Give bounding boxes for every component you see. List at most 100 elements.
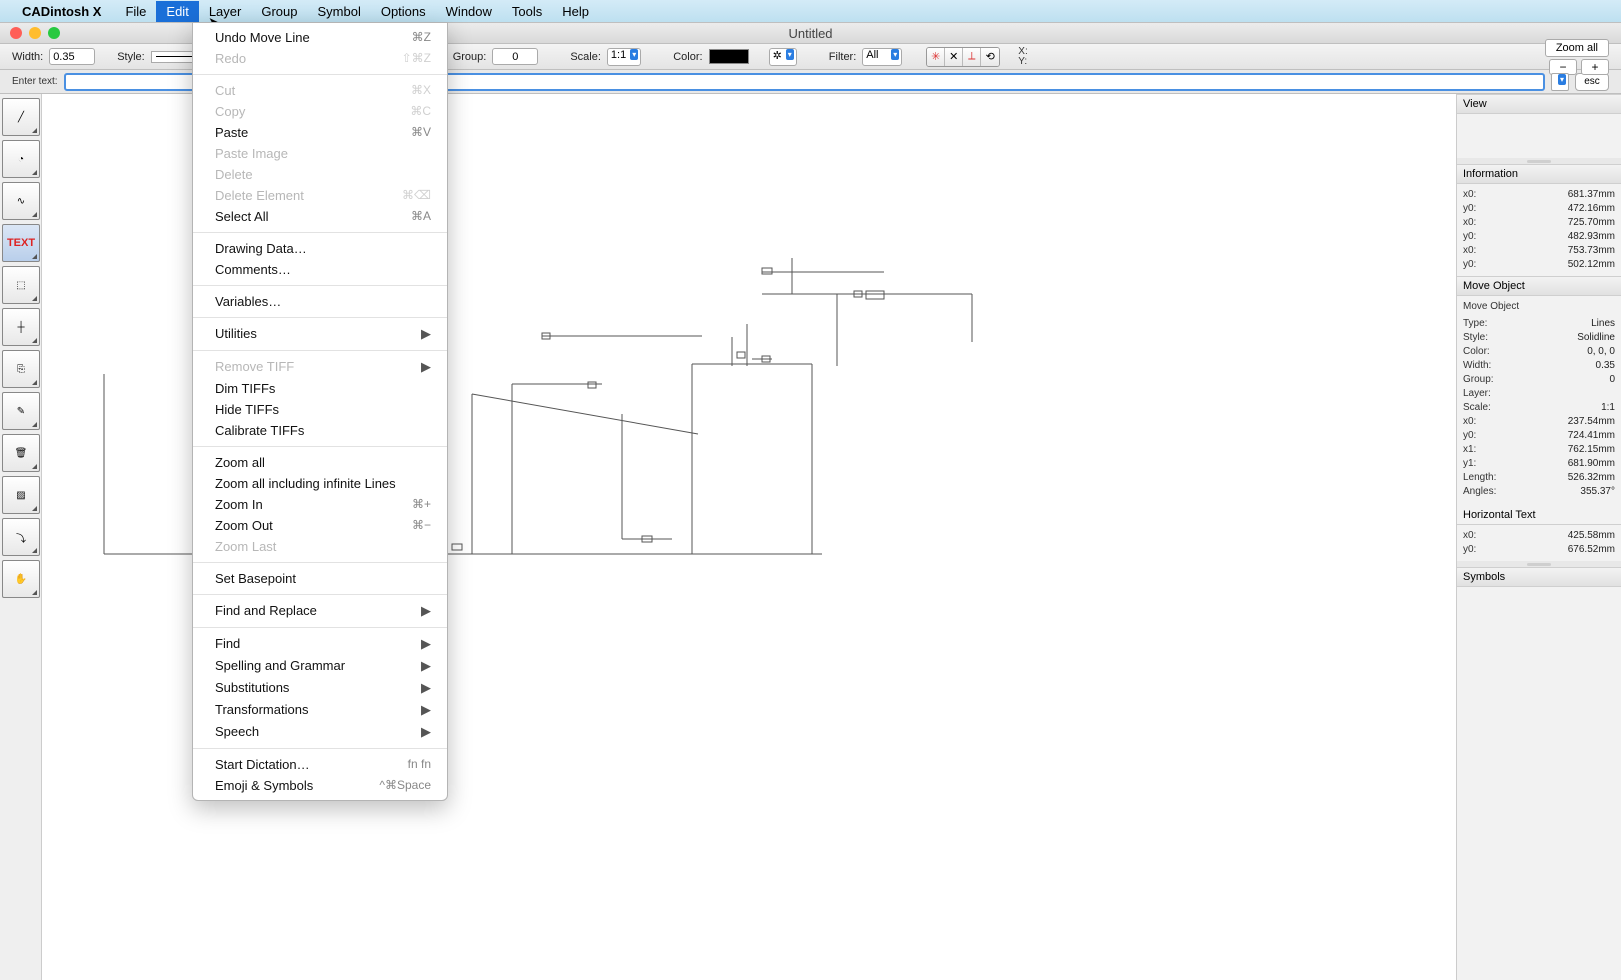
menu-item-delete: Delete <box>193 164 447 185</box>
info-row: y1:681.90mm <box>1463 457 1615 471</box>
path-tool[interactable]: ⤵ <box>2 518 40 556</box>
menu-item-calibrate-tiffs[interactable]: Calibrate TIFFs <box>193 420 447 441</box>
color-swatch[interactable] <box>709 49 749 64</box>
text-tool[interactable]: TEXT <box>2 224 40 262</box>
menu-item-set-basepoint[interactable]: Set Basepoint <box>193 568 447 589</box>
scale-select[interactable]: 1:1 <box>607 48 641 66</box>
menu-item-cut: Cut⌘X <box>193 80 447 101</box>
move-object-label: Move Object <box>1463 300 1519 314</box>
curve-tool[interactable]: ∿ <box>2 182 40 220</box>
width-input[interactable] <box>49 48 95 65</box>
menu-symbol[interactable]: Symbol <box>307 1 370 22</box>
snap-buttons: ✳ ✕ ⟂ ⟲ <box>926 47 1000 67</box>
menu-item-zoom-last: Zoom Last <box>193 536 447 557</box>
info-row: y0:724.41mm <box>1463 429 1615 443</box>
menu-item-find-and-replace[interactable]: Find and Replace▶ <box>193 600 447 622</box>
menu-help[interactable]: Help <box>552 1 599 22</box>
hand-tool[interactable]: ✋ <box>2 560 40 598</box>
copy-tool[interactable]: ⎘ <box>2 350 40 388</box>
arc-tool[interactable]: ◔ <box>2 140 40 178</box>
menu-tools[interactable]: Tools <box>502 1 552 22</box>
menu-item-undo-move-line[interactable]: Undo Move Line⌘Z <box>193 27 447 48</box>
menu-item-paste-image: Paste Image <box>193 143 447 164</box>
info-row: Style:Solidline <box>1463 331 1615 345</box>
snap-perp-icon[interactable]: ⟂ <box>963 48 981 66</box>
menu-file[interactable]: File <box>115 1 156 22</box>
info-row: y0:676.52mm <box>1463 543 1615 557</box>
hatch-tool[interactable]: ▨ <box>2 476 40 514</box>
menu-item-find[interactable]: Find▶ <box>193 633 447 655</box>
menu-item-hide-tiffs[interactable]: Hide TIFFs <box>193 399 447 420</box>
menu-window[interactable]: Window <box>436 1 502 22</box>
menu-options[interactable]: Options <box>371 1 436 22</box>
snap-intersect-icon[interactable]: ✕ <box>945 48 963 66</box>
menu-layer[interactable]: Layer <box>199 1 252 22</box>
menu-item-speech[interactable]: Speech▶ <box>193 721 447 743</box>
info-row: Layer: <box>1463 387 1615 401</box>
menu-item-zoom-out[interactable]: Zoom Out⌘− <box>193 515 447 536</box>
info-row: x1:762.15mm <box>1463 443 1615 457</box>
line-tool[interactable]: ╱ <box>2 98 40 136</box>
settings-select[interactable]: ✲ <box>769 48 797 66</box>
menu-item-paste[interactable]: Paste⌘V <box>193 122 447 143</box>
menu-item-variables-[interactable]: Variables… <box>193 291 447 312</box>
esc-button[interactable]: esc <box>1575 73 1609 91</box>
menu-item-comments-[interactable]: Comments… <box>193 259 447 280</box>
bezier-tool[interactable]: ✎ <box>2 392 40 430</box>
info-section-header[interactable]: Information <box>1457 164 1621 184</box>
menu-group[interactable]: Group <box>251 1 307 22</box>
zoom-in-button[interactable]: + <box>1581 59 1609 75</box>
zoom-window-icon[interactable] <box>48 27 60 39</box>
info-row: Scale:1:1 <box>1463 401 1615 415</box>
menu-item-select-all[interactable]: Select All⌘A <box>193 206 447 227</box>
menu-item-utilities[interactable]: Utilities▶ <box>193 323 447 345</box>
info-row: x0:725.70mm <box>1463 216 1615 230</box>
group-input[interactable] <box>492 48 538 65</box>
info-row: x0:681.37mm <box>1463 188 1615 202</box>
menu-item-zoom-in[interactable]: Zoom In⌘+ <box>193 494 447 515</box>
menu-item-transformations[interactable]: Transformations▶ <box>193 699 447 721</box>
info-row: Color:0, 0, 0 <box>1463 345 1615 359</box>
info-row: Type:Lines <box>1463 317 1615 331</box>
menu-item-dim-tiffs[interactable]: Dim TIFFs <box>193 378 447 399</box>
entry-mode-select[interactable] <box>1551 73 1569 91</box>
info-row: Group:0 <box>1463 373 1615 387</box>
menu-item-emoji-symbols[interactable]: Emoji & Symbols^⌘Space <box>193 775 447 796</box>
coord-y-label: Y: <box>1018 57 1027 67</box>
info-row: x0:753.73mm <box>1463 244 1615 258</box>
filter-select[interactable]: All <box>862 48 902 66</box>
style-label: Style: <box>117 51 145 63</box>
menu-item-substitutions[interactable]: Substitutions▶ <box>193 677 447 699</box>
snap-rotate-icon[interactable]: ⟲ <box>981 48 999 66</box>
trash-tool[interactable]: 🗑 <box>2 434 40 472</box>
menu-item-drawing-data-[interactable]: Drawing Data… <box>193 238 447 259</box>
menu-item-start-dictation-[interactable]: Start Dictation…fn fn <box>193 754 447 775</box>
info-row: x0:237.54mm <box>1463 415 1615 429</box>
coord-x-label: X: <box>1018 47 1027 57</box>
coord-tool[interactable]: ┼ <box>2 308 40 346</box>
symbols-section-header[interactable]: Symbols <box>1457 567 1621 587</box>
minimize-window-icon[interactable] <box>29 27 41 39</box>
menu-item-zoom-all[interactable]: Zoom all <box>193 452 447 473</box>
menu-item-zoom-all-including-infinite-lines[interactable]: Zoom all including infinite Lines <box>193 473 447 494</box>
move-object-header[interactable]: Move Object <box>1457 276 1621 296</box>
info-row: Angles:355.37° <box>1463 485 1615 499</box>
menu-edit[interactable]: Edit <box>156 1 198 22</box>
menu-item-delete-element: Delete Element⌘⌫ <box>193 185 447 206</box>
info-row: Length:526.32mm <box>1463 471 1615 485</box>
snap-point-icon[interactable]: ✳ <box>927 48 945 66</box>
view-section-header[interactable]: View <box>1457 94 1621 114</box>
menu-item-spelling-and-grammar[interactable]: Spelling and Grammar▶ <box>193 655 447 677</box>
zoom-all-button[interactable]: Zoom all <box>1545 39 1609 57</box>
scale-label: Scale: <box>570 51 601 63</box>
enter-text-label: Enter text: <box>12 76 58 87</box>
color-label: Color: <box>673 51 702 63</box>
filter-label: Filter: <box>829 51 857 63</box>
edit-menu-dropdown: Undo Move Line⌘ZRedo⇧⌘ZCut⌘XCopy⌘CPaste⌘… <box>192 22 448 801</box>
info-row: y0:472.16mm <box>1463 202 1615 216</box>
horizontal-text-header: Horizontal Text <box>1457 503 1621 525</box>
menu-item-redo: Redo⇧⌘Z <box>193 48 447 69</box>
dim-x-tool[interactable]: ⬚ <box>2 266 40 304</box>
group-label: Group: <box>453 51 487 63</box>
close-window-icon[interactable] <box>10 27 22 39</box>
